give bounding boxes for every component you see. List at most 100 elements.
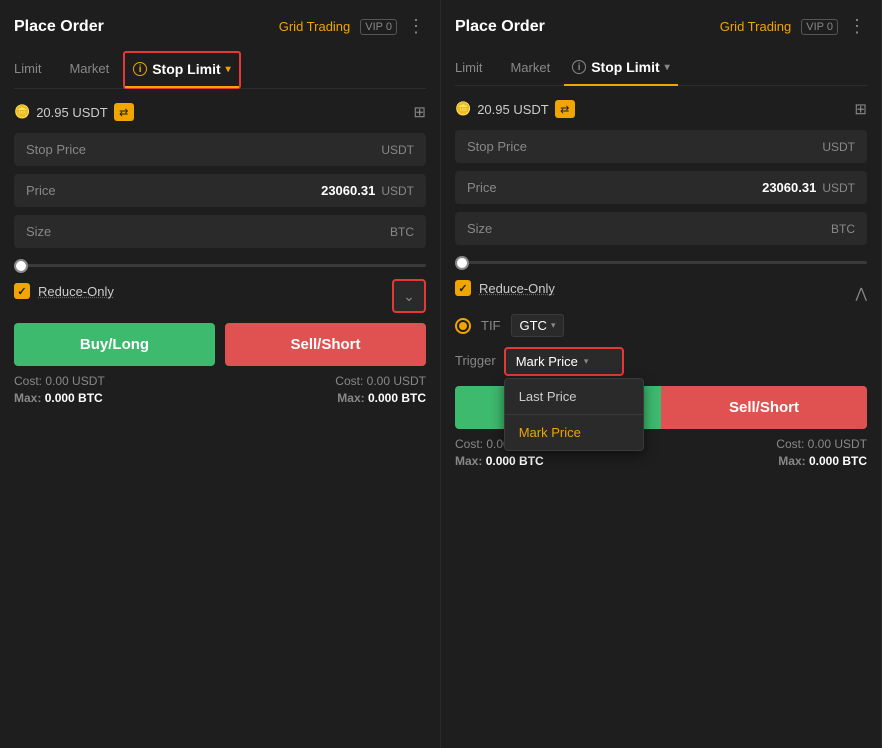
right-stop-price-field[interactable]: Stop Price USDT [455, 130, 867, 163]
right-balance-left: 🪙 20.95 USDT ⇄ [455, 100, 575, 118]
left-size-unit: BTC [390, 225, 414, 239]
right-price-label: Price [467, 180, 497, 195]
left-chevron-down-icon: ⌄ [403, 288, 415, 305]
right-reduce-checkbox[interactable]: ✓ [455, 280, 471, 296]
left-slider-track[interactable] [14, 264, 426, 267]
right-tif-select[interactable]: GTC ▾ [511, 314, 565, 337]
right-size-right: BTC [825, 222, 855, 236]
right-stop-price-right: USDT [816, 140, 855, 154]
right-swap-button[interactable]: ⇄ [555, 100, 575, 118]
left-cost-row: Cost: 0.00 USDT Max: 0.000 BTC Cost: 0.0… [14, 374, 426, 405]
left-tab-stop-limit[interactable]: i Stop Limit ▾ [123, 51, 240, 89]
left-balance-amount: 20.95 USDT [36, 105, 108, 120]
left-price-value: 23060.31 [321, 183, 375, 198]
left-tab-chevron: ▾ [226, 64, 231, 75]
right-stop-limit-info-icon: i [572, 60, 586, 74]
left-swap-button[interactable]: ⇄ [114, 103, 134, 121]
right-stop-price-label: Stop Price [467, 139, 527, 154]
left-tab-market[interactable]: Market [55, 53, 123, 86]
left-calc-icon[interactable]: ⊞ [413, 103, 426, 121]
right-balance-amount: 20.95 USDT [477, 102, 549, 117]
right-size-field[interactable]: Size BTC [455, 212, 867, 245]
right-vip-badge: VIP 0 [801, 19, 838, 35]
left-sell-cost: Cost: 0.00 USDT Max: 0.000 BTC [335, 374, 426, 405]
right-trigger-value: Mark Price [516, 354, 578, 369]
right-sell-max: Max: 0.000 BTC [776, 454, 867, 468]
right-trigger-select[interactable]: Mark Price ▾ [504, 347, 624, 376]
left-grid-trading[interactable]: Grid Trading [279, 19, 351, 34]
right-size-unit: BTC [831, 222, 855, 236]
left-header: Place Order Grid Trading VIP 0 ⋮ [14, 16, 426, 37]
left-reduce-checkbox[interactable]: ✓ [14, 283, 30, 299]
left-size-label: Size [26, 224, 51, 239]
right-trigger-wrapper: Mark Price ▾ Last Price Mark Price [504, 347, 624, 376]
left-sell-cost-label: Cost: 0.00 USDT [335, 374, 426, 388]
right-expanded-section: ✓ Reduce-Only ⋀ TIF GTC ▾ Trigger Mark P… [455, 280, 867, 376]
left-more-icon[interactable]: ⋮ [407, 16, 426, 37]
right-sell-button[interactable]: Sell/Short [661, 386, 867, 429]
right-sell-cost: Cost: 0.00 USDT Max: 0.000 BTC [776, 437, 867, 468]
left-tab-stop-limit-label: Stop Limit [152, 61, 220, 77]
stop-limit-info-icon: i [133, 62, 147, 76]
right-header: Place Order Grid Trading VIP 0 ⋮ [455, 16, 867, 37]
right-trigger-arrow-icon: ▾ [584, 356, 589, 367]
left-price-label: Price [26, 183, 56, 198]
right-collapse-icon[interactable]: ⋀ [856, 285, 867, 302]
right-reduce-only: ✓ Reduce-Only [455, 280, 555, 296]
left-panel: Place Order Grid Trading VIP 0 ⋮ Limit M… [0, 0, 441, 748]
right-tif-row: TIF GTC ▾ [455, 314, 867, 337]
left-expand-toggle[interactable]: ⌄ [392, 279, 426, 313]
right-tabs: Limit Market i Stop Limit ▾ [455, 51, 867, 86]
right-slider-thumb[interactable] [455, 256, 469, 270]
right-dropdown-last-price[interactable]: Last Price [505, 379, 643, 415]
left-header-right: Grid Trading VIP 0 ⋮ [279, 16, 426, 37]
right-reduce-only-label: Reduce-Only [479, 281, 555, 296]
right-price-right: 23060.31 USDT [762, 180, 855, 195]
right-trigger-row: Trigger Mark Price ▾ Last Price Mark Pri… [455, 347, 867, 376]
right-price-unit: USDT [822, 181, 855, 195]
left-title: Place Order [14, 18, 104, 36]
left-action-buttons: Buy/Long Sell/Short [14, 323, 426, 366]
left-price-field[interactable]: Price 23060.31 USDT [14, 174, 426, 207]
right-tif-value: GTC [520, 318, 547, 333]
left-checkbox-check: ✓ [17, 285, 26, 298]
left-slider-row[interactable] [14, 260, 426, 271]
left-balance-left: 🪙 20.95 USDT ⇄ [14, 103, 134, 121]
right-tab-chevron: ▾ [665, 62, 670, 73]
right-price-value: 23060.31 [762, 180, 816, 195]
left-stop-price-unit: USDT [381, 143, 414, 157]
right-slider-row[interactable] [455, 257, 867, 268]
right-tif-arrow-icon: ▾ [551, 320, 556, 331]
right-price-field[interactable]: Price 23060.31 USDT [455, 171, 867, 204]
right-balance-row: 🪙 20.95 USDT ⇄ ⊞ [455, 100, 867, 118]
left-tab-limit[interactable]: Limit [14, 53, 55, 86]
left-buy-button[interactable]: Buy/Long [14, 323, 215, 366]
left-price-unit: USDT [381, 184, 414, 198]
left-sell-button[interactable]: Sell/Short [225, 323, 426, 366]
left-card-icon: 🪙 [14, 104, 30, 120]
right-tab-market[interactable]: Market [496, 52, 564, 85]
right-tif-label: TIF [481, 318, 501, 333]
right-tif-radio[interactable] [455, 318, 471, 334]
right-checkbox-check: ✓ [458, 282, 467, 295]
right-size-label: Size [467, 221, 492, 236]
right-trigger-label: Trigger [455, 347, 496, 368]
right-dropdown-mark-price[interactable]: Mark Price [505, 415, 643, 450]
left-stop-price-label: Stop Price [26, 142, 86, 157]
right-tab-stop-limit[interactable]: i Stop Limit ▾ [564, 51, 677, 85]
right-slider-track[interactable] [455, 261, 867, 264]
right-tab-limit[interactable]: Limit [455, 52, 496, 85]
right-trigger-dropdown-menu: Last Price Mark Price [504, 378, 644, 451]
left-reduce-only-label: Reduce-Only [38, 284, 114, 299]
left-balance-row: 🪙 20.95 USDT ⇄ ⊞ [14, 103, 426, 121]
left-reduce-only: ✓ Reduce-Only [14, 283, 114, 299]
left-slider-thumb[interactable] [14, 259, 28, 273]
right-reduce-row: ✓ Reduce-Only ⋀ [455, 280, 867, 306]
left-size-field[interactable]: Size BTC [14, 215, 426, 248]
right-calc-icon[interactable]: ⊞ [854, 100, 867, 118]
right-more-icon[interactable]: ⋮ [848, 16, 867, 37]
right-panel: Place Order Grid Trading VIP 0 ⋮ Limit M… [441, 0, 882, 748]
left-stop-price-field[interactable]: Stop Price USDT [14, 133, 426, 166]
right-card-icon: 🪙 [455, 101, 471, 117]
right-grid-trading[interactable]: Grid Trading [720, 19, 792, 34]
